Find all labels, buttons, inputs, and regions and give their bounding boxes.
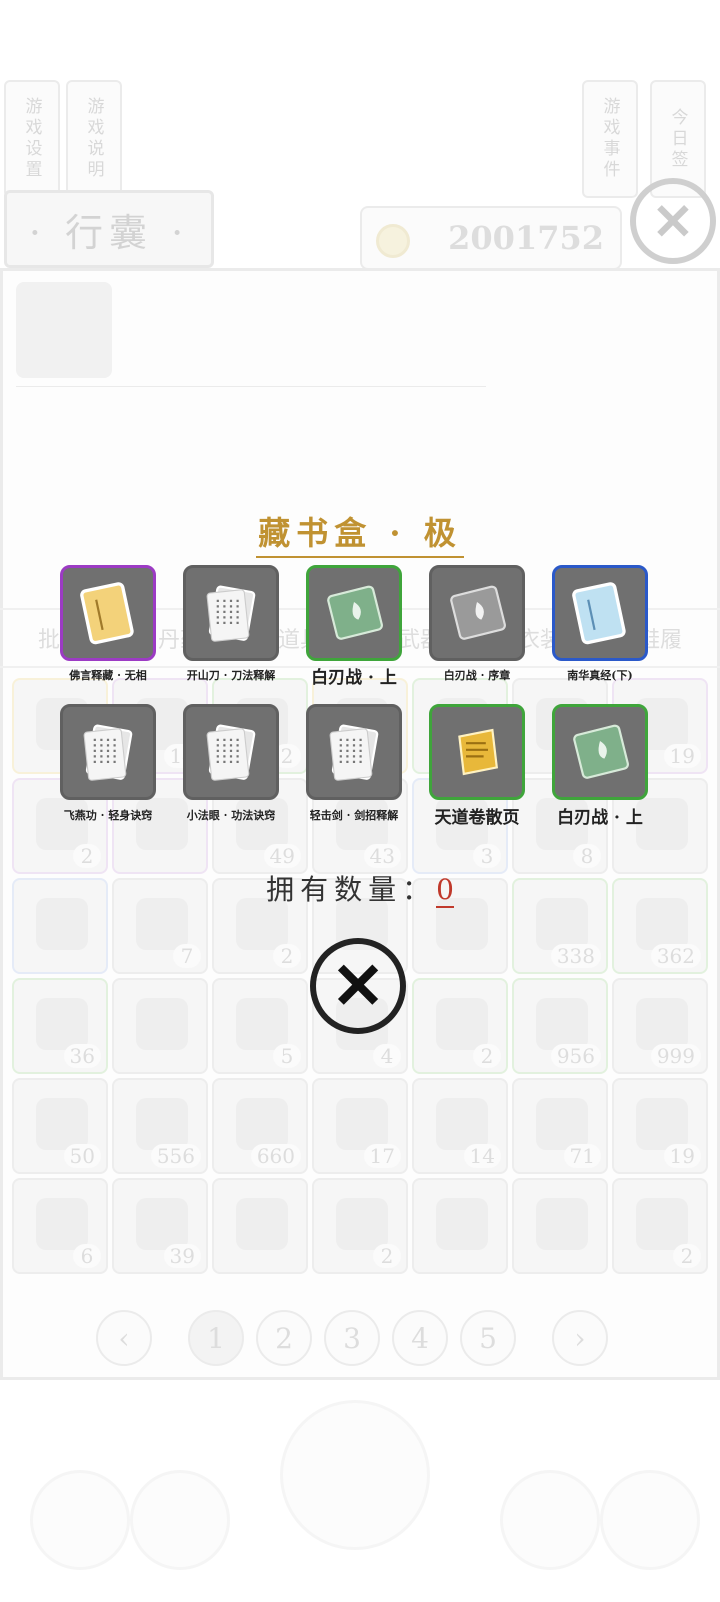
scroll-pages-icon: [206, 585, 256, 642]
reward-item-0[interactable]: [60, 565, 156, 661]
reward-label-6: 小法眼 · 功法诀窍: [186, 809, 276, 822]
golden-page-icon: [458, 728, 499, 776]
reward-dialog: 藏书盒 · 极 佛言释藏 · 无相 开山刀 · 刀法释解 白刃战 · 上 白刃战…: [0, 0, 720, 1602]
reward-item-7[interactable]: [306, 704, 402, 800]
owned-count-line: 拥有数量：0: [0, 868, 720, 908]
reward-item-5[interactable]: [60, 704, 156, 800]
reward-label-1: 开山刀 · 刀法释解: [186, 669, 276, 682]
reward-label-7: 轻击剑 · 剑招释解: [309, 809, 399, 822]
reward-item-6[interactable]: [183, 704, 279, 800]
reward-label-3: 白刃战 · 序章: [443, 669, 511, 682]
reward-label-0: 佛言释藏 · 无相: [69, 669, 147, 682]
green-manual-icon: [327, 585, 383, 640]
reward-item-4[interactable]: [552, 565, 648, 661]
reward-item-3[interactable]: [429, 565, 525, 661]
gray-manual-icon: [450, 585, 506, 640]
reward-label-4: 南华真经(下): [567, 669, 633, 682]
yellow-book-icon: [80, 582, 134, 645]
reward-item-8[interactable]: [429, 704, 525, 800]
dialog-title: 藏书盒 · 极: [0, 508, 720, 558]
reward-item-2[interactable]: [306, 565, 402, 661]
close-dialog-button[interactable]: ✕: [310, 938, 406, 1034]
reward-label-5: 飞燕功 · 轻身诀窍: [63, 809, 153, 822]
scroll-pages-icon: [83, 724, 133, 781]
scroll-pages-icon: [329, 724, 379, 781]
reward-label-8: 天道卷散页: [434, 808, 520, 828]
reward-item-9[interactable]: [552, 704, 648, 800]
scroll-pages-icon: [206, 724, 256, 781]
reward-label-2: 白刃战 · 上: [311, 668, 397, 688]
owned-count: 0: [436, 873, 454, 908]
blue-book-icon: [572, 582, 626, 645]
reward-item-1[interactable]: [183, 565, 279, 661]
green-manual-icon: [573, 724, 629, 779]
brush-close-icon: ✕: [331, 948, 385, 1024]
owned-label: 拥有数量：: [266, 873, 437, 906]
reward-label-9: 白刃战 · 上: [557, 808, 643, 828]
